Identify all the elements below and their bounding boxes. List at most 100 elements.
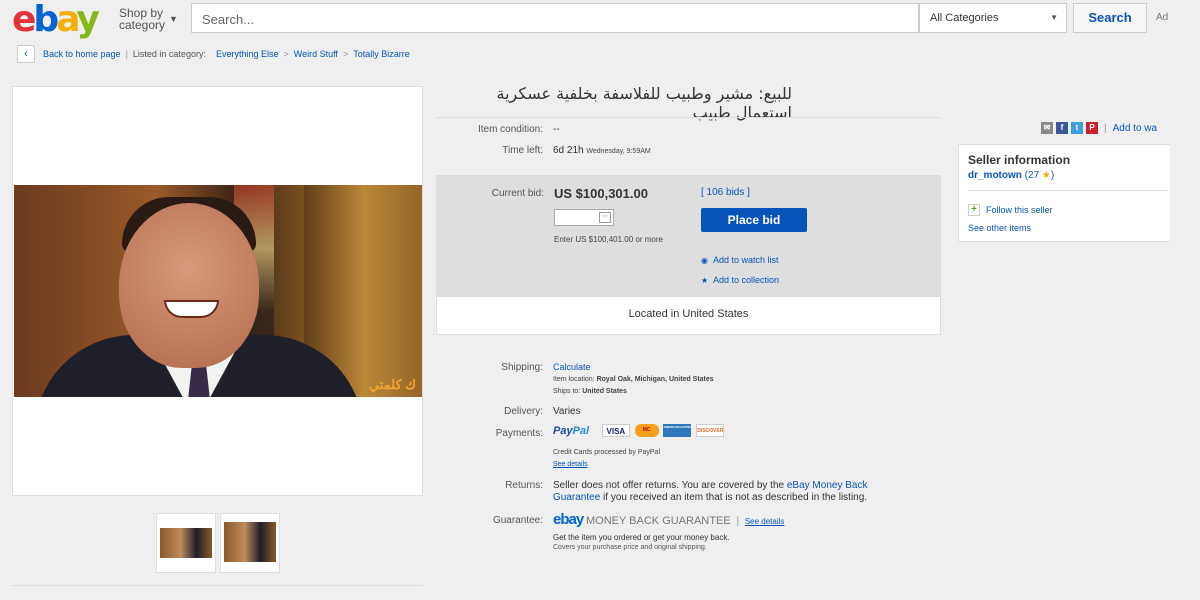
returns-label: Returns: <box>505 480 543 491</box>
thumbnail-1[interactable] <box>156 513 216 573</box>
ebay-guarantee-logo: ebay <box>553 511 584 528</box>
breadcrumb-separator: > <box>283 49 289 59</box>
money-back-guarantee: ebay MONEY BACK GUARANTEE | See details <box>553 511 784 528</box>
breadcrumb-totally-bizarre[interactable]: Totally Bizarre <box>353 49 410 59</box>
add-to-watch-list[interactable]: ◉ Add to watch list <box>701 255 779 265</box>
search-input[interactable]: Search... <box>191 3 919 33</box>
photo-face <box>119 203 259 368</box>
calculate-shipping-link[interactable]: Calculate <box>553 362 591 372</box>
pinterest-icon[interactable]: P <box>1086 122 1098 134</box>
condition-label: Item condition: <box>477 124 543 135</box>
photo-watermark: ك كلمتي <box>368 377 416 392</box>
time-left-duration: 6d 21h <box>553 145 584 156</box>
seller-feedback-score: (27 <box>1024 170 1040 181</box>
bid-area: Current bid: US $100,301.00 ⋯ Enter US $… <box>437 176 940 297</box>
item-location-value: Royal Oak, Michigan, United States <box>596 376 714 383</box>
ships-to-value: United States <box>582 388 627 395</box>
image-panel: ك كلمتي <box>12 86 423 496</box>
main-item-photo[interactable]: ك كلمتي <box>14 185 422 397</box>
thumbnail-image <box>224 522 276 562</box>
guarantee-link[interactable]: Guarantee <box>553 492 600 503</box>
category-label: category <box>119 18 166 32</box>
breadcrumb-separator: > <box>342 49 349 59</box>
divider: | <box>736 516 740 527</box>
item-title: للبيع: مشير وطبيب للفلاسفة بخلفية عسكرية… <box>496 84 792 122</box>
divider <box>12 585 423 586</box>
chevron-down-icon: ▼ <box>1050 13 1058 22</box>
place-bid-button[interactable]: Place bid <box>701 208 807 232</box>
guarantee-title: MONEY BACK GUARANTEE <box>585 515 731 527</box>
divider <box>968 190 1168 191</box>
delivery-label: Delivery: <box>504 406 543 417</box>
condition-value: -- <box>553 124 560 135</box>
time-left-end: Wednesday, 9:59AM <box>586 148 651 155</box>
divider: | <box>125 49 128 59</box>
breadcrumb-everything-else[interactable]: Everything Else <box>216 49 279 59</box>
item-location: Located in United States <box>628 308 749 320</box>
header: ebay Shop by category ▼ Search... All Ca… <box>0 0 1170 40</box>
shop-by-category-button[interactable]: Shop by category ▼ <box>119 7 178 32</box>
seller-info-box: Seller information dr_motown (27 ★) + Fol… <box>958 144 1170 242</box>
returns-text-part: if you received an item that is not as d… <box>600 492 868 503</box>
discover-icon: DISCOVER <box>696 424 725 437</box>
cards-note: Credit Cards processed by PayPal <box>553 449 660 456</box>
shipping-label: Shipping: <box>501 362 543 373</box>
seller-name-link[interactable]: dr_motown <box>968 170 1022 181</box>
share-bar: ✉ f t P | Add to wa <box>1041 122 1157 134</box>
twitter-icon[interactable]: t <box>1071 122 1083 134</box>
thumbnail-2[interactable] <box>220 513 280 573</box>
divider: | <box>1104 122 1107 134</box>
mastercard-icon: MC <box>634 424 659 437</box>
back-arrow-icon[interactable]: ‹ <box>17 45 35 63</box>
current-bid-label: Current bid: <box>491 188 544 199</box>
seller-feedback-close: ) <box>1050 170 1055 181</box>
ships-to-label: Ships to: <box>553 388 581 395</box>
add-to-collection[interactable]: ★ Add to collection <box>701 275 779 285</box>
bids-count-link[interactable]: [ 106 bids ] <box>701 187 750 198</box>
current-bid-amount: US $100,301.00 <box>554 186 648 201</box>
keypad-icon: ⋯ <box>599 212 611 223</box>
seller-feedback-link[interactable]: (27 ★) <box>1025 170 1055 181</box>
chevron-down-icon: ▼ <box>169 14 178 24</box>
email-icon[interactable]: ✉ <box>1041 122 1053 134</box>
plus-icon: + <box>968 204 980 216</box>
follow-seller-link[interactable]: + Follow this seller <box>968 204 1053 216</box>
delivery-value: Varies <box>553 406 581 417</box>
advanced-search-link[interactable]: Ad <box>1156 12 1168 23</box>
star-icon: ★ <box>701 276 709 285</box>
category-select[interactable]: All Categories ▼ <box>919 3 1067 33</box>
item-location-line: Item location: Royal Oak, Michigan, Unit… <box>553 376 714 383</box>
listed-in-label: Listed in category: <box>132 49 206 59</box>
returns-text: Seller does not offer returns. You are c… <box>553 480 903 504</box>
ships-to-line: Ships to: United States <box>553 388 627 395</box>
thumbnail-strip <box>156 513 280 573</box>
payments-label: Payments: <box>495 428 543 439</box>
payment-methods: PayPal VISA MC AMERICAN EXPRESS DISCOVER <box>553 424 726 437</box>
breadcrumb-weird-stuff[interactable]: Weird Stuff <box>294 49 338 59</box>
time-left-label: Time left: <box>502 145 543 156</box>
divider <box>436 117 941 118</box>
add-to-watch-list-link[interactable]: Add to wa <box>1113 123 1157 134</box>
category-select-value: All Categories <box>930 12 999 24</box>
amex-icon: AMERICAN EXPRESS <box>663 424 695 437</box>
eye-icon: ◉ <box>701 256 708 265</box>
breadcrumb: ‹ Back to home page | Listed in category… <box>17 44 410 64</box>
seller-line: dr_motown (27 ★) <box>968 170 1054 181</box>
payment-see-details-link[interactable]: See details <box>553 461 588 468</box>
facebook-icon[interactable]: f <box>1056 122 1068 134</box>
visa-icon: VISA <box>601 424 630 437</box>
time-left-value: 6d 21h Wednesday, 9:59AM <box>553 145 651 156</box>
money-back-link[interactable]: eBay Money Back <box>787 480 868 491</box>
back-to-home-link[interactable]: Back to home page <box>43 49 121 59</box>
ebay-logo[interactable]: ebay <box>12 0 100 40</box>
guarantee-line-1: Get the item you ordered or get your mon… <box>553 533 730 542</box>
paypal-logo: PayPal <box>553 424 590 437</box>
see-other-items-link[interactable]: See other items <box>968 223 1031 233</box>
bid-amount-input[interactable]: ⋯ <box>554 209 614 226</box>
guarantee-see-details-link[interactable]: See details <box>745 517 785 526</box>
add-to-collection-label: Add to collection <box>713 275 780 285</box>
search-button[interactable]: Search <box>1073 3 1147 33</box>
seller-info-title: Seller information <box>968 153 1071 167</box>
follow-seller-label: Follow this seller <box>986 205 1053 215</box>
add-to-watch-list-label: Add to watch list <box>713 255 779 265</box>
